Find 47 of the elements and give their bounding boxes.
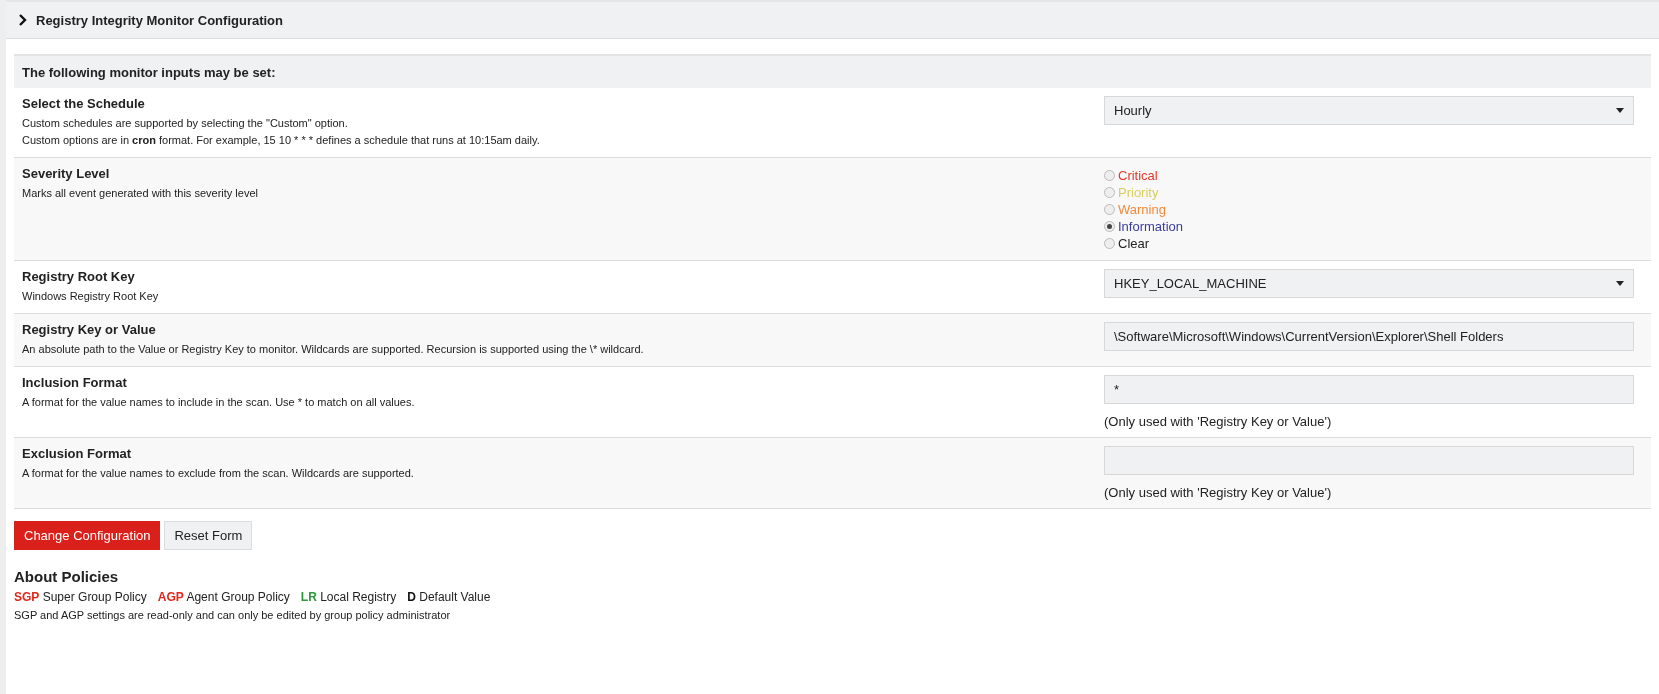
- setting-description: A format for the value names to exclude from the scan. Wildcards are supported.: [22, 466, 415, 481]
- setting-description: A format for the value names to include in the scan. Use * to match on all values.: [22, 395, 416, 410]
- radio-button[interactable]: [1104, 221, 1115, 232]
- setting-description: An absolute path to the Value or Registry Key to monitor. Wildcards are supported. Recursion is supported using the \* wildcard.: [22, 342, 645, 357]
- radio-button[interactable]: [1104, 170, 1115, 181]
- radio-label: Priority: [1118, 185, 1159, 200]
- policy-label: Default Value: [419, 590, 491, 604]
- radio-button[interactable]: [1104, 187, 1115, 198]
- setting-title: Inclusion Format: [22, 375, 128, 390]
- radio-label: Critical: [1118, 168, 1158, 183]
- policy-label: Super Group Policy: [42, 590, 147, 604]
- policy-label: Agent Group Policy: [186, 590, 290, 604]
- field-note: (Only used with 'Registry Key or Value'): [1104, 414, 1333, 429]
- setting-title: Exclusion Format: [22, 446, 133, 461]
- about-heading: About Policies: [14, 568, 120, 585]
- field-note: (Only used with 'Registry Key or Value'): [1104, 485, 1333, 500]
- radio-button[interactable]: [1104, 238, 1115, 249]
- setting-description: Marks all event generated with this severity level: [22, 186, 259, 201]
- input-field[interactable]: \Software\Microsoft\Windows\CurrentVersion\Explorer\Shell Folders: [1104, 322, 1634, 351]
- dropdown[interactable]: Hourly: [1104, 96, 1634, 125]
- input-field[interactable]: [1104, 446, 1634, 475]
- radio-button[interactable]: [1104, 204, 1115, 215]
- policy-code: LR: [300, 590, 317, 604]
- reset-button[interactable]: Reset Form: [164, 521, 253, 550]
- policy-code: D: [407, 590, 416, 604]
- policy-label: Local Registry: [320, 590, 397, 604]
- setting-title: Registry Key or Value: [22, 322, 157, 337]
- dropdown[interactable]: HKEY_LOCAL_MACHINE: [1104, 269, 1634, 298]
- setting-description: Custom options are in cron format. For example, 15 10 * * * defines a schedule that runs at 10:15am daily.: [22, 133, 541, 148]
- radio-label: Warning: [1118, 202, 1166, 217]
- policy-note: SGP and AGP settings are read-only and can only be edited by group policy administrator: [14, 609, 452, 621]
- radio-label: Information: [1118, 219, 1184, 234]
- panel-header[interactable]: Registry Integrity Monitor Configuration: [6, 0, 1659, 39]
- setting-title: Severity Level: [22, 166, 111, 181]
- section-heading: The following monitor inputs may be set:: [14, 54, 1651, 88]
- setting-title: Select the Schedule: [22, 96, 146, 111]
- policy-code: SGP: [14, 590, 40, 604]
- submit-button[interactable]: Change Configuration: [14, 521, 161, 550]
- input-field[interactable]: *: [1104, 375, 1634, 404]
- caret-icon: [1616, 281, 1624, 286]
- panel-title: Registry Integrity Monitor Configuration: [36, 12, 283, 28]
- caret-icon: [1616, 108, 1624, 113]
- policy-code: AGP: [157, 590, 184, 604]
- setting-title: Registry Root Key: [22, 269, 136, 284]
- setting-description: Windows Registry Root Key: [22, 289, 160, 304]
- radio-label: Clear: [1118, 236, 1150, 251]
- setting-description: Custom schedules are supported by selecting the "Custom" option.: [22, 116, 349, 131]
